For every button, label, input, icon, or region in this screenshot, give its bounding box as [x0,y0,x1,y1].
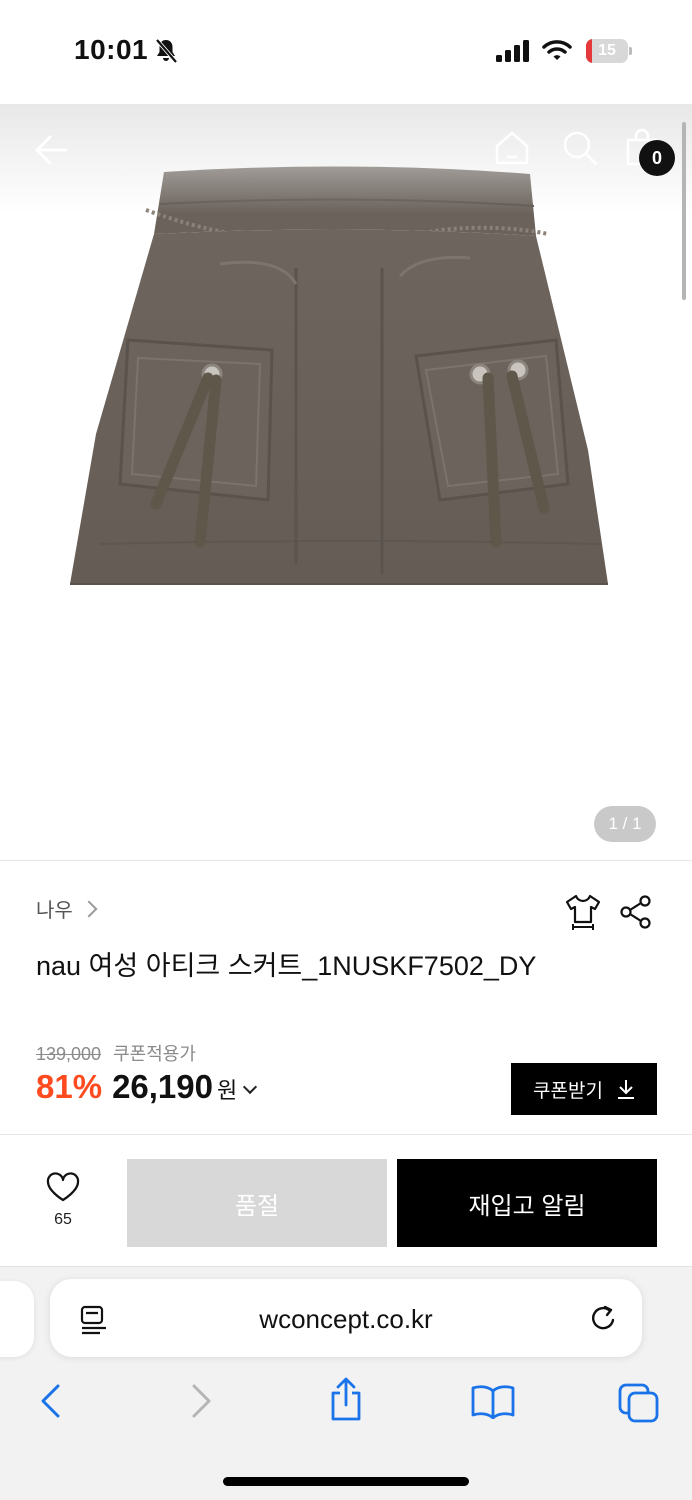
currency-unit: 원 [217,1078,238,1103]
sold-out-button: 품절 [127,1159,387,1247]
browser-share-icon[interactable] [328,1377,364,1421]
scroll-indicator [682,122,686,300]
sold-out-label: 품절 [234,1192,280,1220]
sale-price: 26,190 [112,1068,213,1105]
bookmarks-icon[interactable] [470,1383,516,1419]
product-title: nau 여성 아티크 스커트_1NUSKF7502_DY [36,951,537,981]
product-photo-skirt [70,166,608,585]
address-bar[interactable]: wconcept.co.kr [50,1279,642,1357]
tabs-icon[interactable] [618,1383,660,1423]
search-icon[interactable] [560,128,600,168]
chevron-right-icon [80,900,98,917]
coupon-price-note: 쿠폰적용가 [113,1044,196,1064]
bell-slash-icon [155,38,178,64]
divider [0,1134,692,1135]
product-image-gallery[interactable]: 0 1 / 1 [0,104,692,860]
browser-forward-icon[interactable] [188,1383,214,1419]
status-bar: 10:01 15 [0,0,692,104]
original-price-row: 139,000 쿠폰적용가 [36,1040,196,1066]
browser-toolbar: wconcept.co.kr [0,1266,692,1500]
brand-name: 나우 [36,900,73,922]
reload-icon[interactable] [590,1303,618,1333]
cellular-signal-icon [496,40,529,62]
battery-indicator: 15 [586,39,632,63]
size-guide-tshirt-icon[interactable] [564,892,602,930]
restock-alert-label: 재입고 알림 [468,1192,586,1220]
home-indicator [223,1477,469,1486]
restock-alert-button[interactable]: 재입고 알림 [397,1159,657,1247]
brand-link[interactable]: 나우 [36,894,98,923]
wifi-icon [542,40,572,60]
previous-tab-peek[interactable] [0,1281,34,1357]
like-button[interactable]: 65 [36,1172,90,1229]
gallery-pager: 1 / 1 [594,806,656,842]
back-arrow-icon[interactable] [32,130,72,170]
heart-icon [46,1172,80,1202]
battery-percent: 15 [598,42,616,59]
divider [0,860,692,861]
browser-back-icon[interactable] [38,1383,64,1419]
url-text: wconcept.co.kr [259,1304,433,1334]
home-icon[interactable] [492,128,532,168]
original-price: 139,000 [36,1044,102,1064]
get-coupon-button[interactable]: 쿠폰받기 [511,1063,657,1115]
discount-rate: 81% [36,1068,103,1105]
cart-count-badge: 0 [639,140,675,176]
download-icon [617,1080,634,1099]
like-count: 65 [54,1211,72,1228]
share-icon[interactable] [618,894,654,930]
price-row[interactable]: 81% 26,190 원 [36,1068,258,1106]
get-coupon-label: 쿠폰받기 [533,1080,603,1102]
chevron-down-icon[interactable] [243,1079,258,1095]
status-time: 10:01 [74,34,149,65]
